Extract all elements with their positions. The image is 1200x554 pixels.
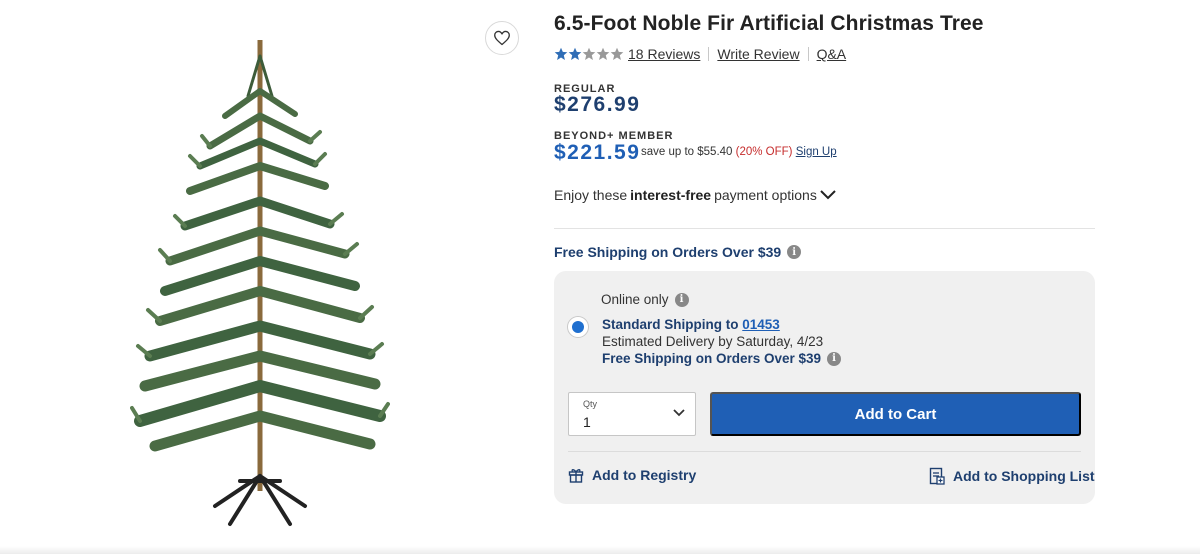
finance-bold: interest-free (630, 187, 712, 203)
write-review-link[interactable]: Write Review (717, 46, 799, 62)
qty-label: Qty (583, 399, 598, 409)
section-divider (554, 228, 1095, 229)
shipping-card: Online only i Standard Shipping to 01453… (554, 271, 1095, 504)
favorite-button[interactable] (485, 21, 519, 55)
gift-icon (568, 469, 584, 483)
qty-value: 1 (583, 414, 591, 430)
product-image[interactable] (130, 36, 390, 528)
member-savings: save up to $55.40 (20% OFF) Sign Up (641, 146, 837, 158)
star-empty-icon (596, 47, 610, 60)
finance-prefix: Enjoy these (554, 187, 628, 203)
add-to-registry-label: Add to Registry (592, 467, 697, 483)
discount-percent: (20% OFF) (735, 146, 793, 158)
add-to-cart-button[interactable]: Add to Cart (710, 392, 1081, 436)
star-empty-icon (610, 47, 624, 60)
member-price: $221.59 (554, 141, 641, 164)
regular-price: $276.99 (554, 93, 641, 116)
zip-code-link[interactable]: 01453 (742, 317, 780, 332)
free-shipping-note: Free Shipping on Orders Over $39 (602, 351, 822, 366)
financing-toggle[interactable]: Enjoy these interest-free payment option… (554, 187, 836, 203)
star-empty-icon (582, 47, 596, 60)
savings-text: save up to $55.40 (641, 146, 733, 158)
add-to-list-button[interactable]: Add to Shopping List (929, 467, 1095, 485)
star-filled-icon (568, 47, 582, 60)
shipping-option[interactable]: Standard Shipping to 01453 Estimated Del… (602, 316, 842, 367)
card-divider (568, 451, 1081, 452)
add-to-registry-button[interactable]: Add to Registry (568, 467, 696, 483)
chevron-down-icon (820, 190, 836, 200)
page-bottom-shadow (0, 546, 1200, 554)
star-filled-icon (554, 47, 568, 60)
shopping-list-icon (929, 467, 945, 485)
standard-shipping-label: Standard Shipping to (602, 317, 739, 332)
info-icon[interactable]: i (674, 292, 689, 307)
separator (708, 47, 710, 61)
free-shipping-text: Free Shipping on Orders Over $39 (554, 244, 782, 260)
qa-link[interactable]: Q&A (817, 46, 847, 62)
online-only-label: Online only i (601, 292, 689, 307)
product-image-area (0, 0, 540, 554)
sign-up-link[interactable]: Sign Up (796, 146, 837, 158)
product-title: 6.5-Foot Noble Fir Artificial Christmas … (554, 12, 984, 35)
info-icon[interactable]: i (827, 351, 842, 366)
separator (807, 47, 809, 61)
online-only-text: Online only (601, 292, 669, 307)
heart-icon (494, 30, 510, 46)
star-rating[interactable] (554, 47, 624, 61)
info-icon[interactable]: i (787, 245, 802, 259)
rating-row: 18 Reviews Write Review Q&A (554, 46, 846, 62)
free-shipping-banner: Free Shipping on Orders Over $39 i (554, 244, 802, 260)
radio-selected-dot (572, 321, 584, 333)
finance-suffix: payment options (714, 187, 817, 203)
reviews-link[interactable]: 18 Reviews (628, 46, 700, 62)
chevron-down-icon (673, 409, 685, 417)
quantity-select[interactable]: Qty 1 (568, 392, 696, 436)
delivery-estimate: Estimated Delivery by Saturday, 4/23 (602, 334, 824, 349)
add-to-list-label: Add to Shopping List (953, 468, 1095, 484)
shipping-radio[interactable] (568, 317, 588, 337)
